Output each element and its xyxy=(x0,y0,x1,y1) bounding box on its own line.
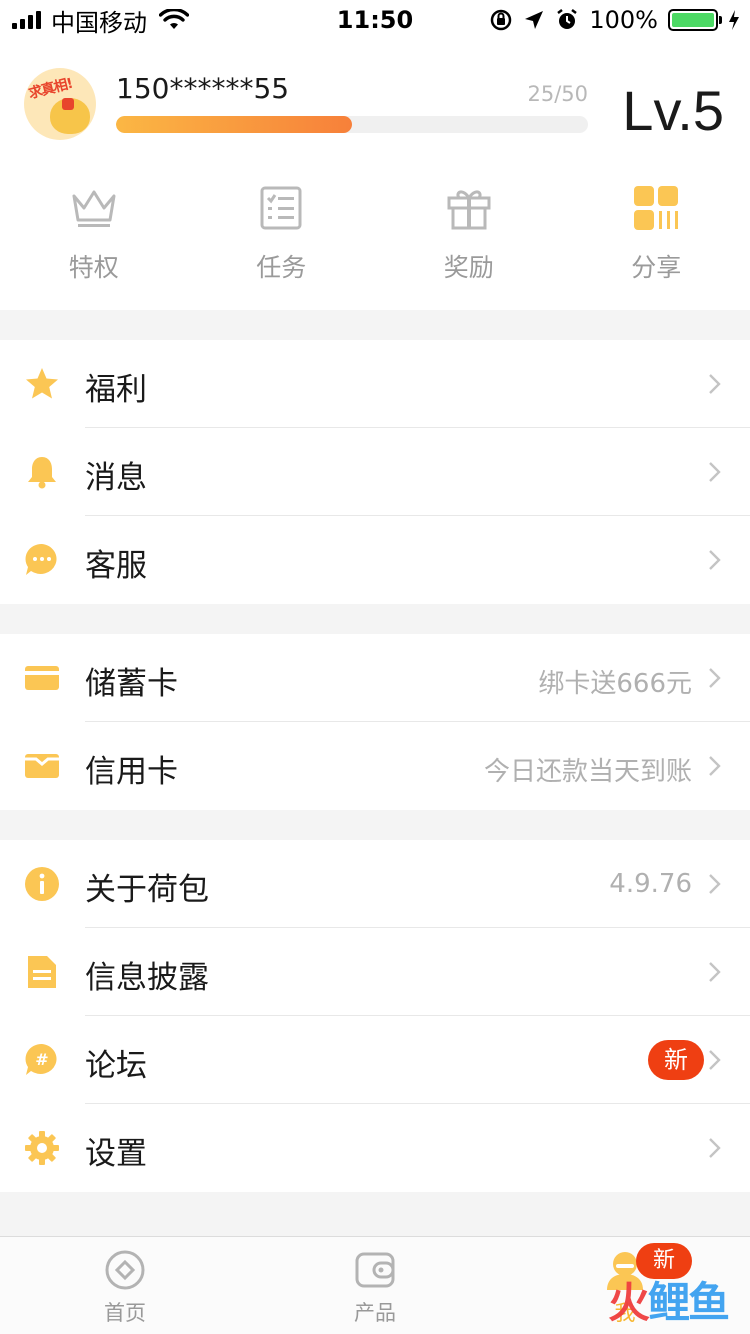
menu-item-label: 信用卡 xyxy=(85,754,178,790)
menu-item-label: 福利 xyxy=(85,372,147,408)
location-arrow-icon xyxy=(525,11,544,29)
menu-item-debit-card[interactable]: 储蓄卡 绑卡送666元 xyxy=(0,634,750,722)
quick-action-label: 特权 xyxy=(68,253,119,282)
profile-header: 求真相! 150******55 25/50 Lv.5 特权 任务 奖励 分享 xyxy=(0,40,750,310)
credit-card-icon xyxy=(25,754,59,778)
user-id: 150******55 xyxy=(116,72,290,105)
debit-card-icon xyxy=(25,666,59,690)
chevron-right-icon xyxy=(709,1050,721,1070)
charging-bolt-icon xyxy=(729,10,739,30)
tab-products[interactable]: 产品 xyxy=(250,1237,500,1334)
battery-icon xyxy=(668,9,722,31)
menu-item-customer-service[interactable]: 客服 xyxy=(0,516,750,604)
menu-item-label: 关于荷包 xyxy=(85,872,209,908)
menu-item-messages[interactable]: 消息 xyxy=(0,428,750,516)
wallet-icon xyxy=(355,1252,395,1288)
menu-item-about[interactable]: 关于荷包 4.9.76 xyxy=(0,840,750,928)
info-icon xyxy=(25,867,59,901)
new-badge: 新 xyxy=(648,1040,704,1080)
chevron-right-icon xyxy=(709,962,721,982)
chevron-right-icon xyxy=(709,1138,721,1158)
quick-action-label: 任务 xyxy=(256,253,307,282)
gear-icon xyxy=(25,1131,59,1165)
checklist-icon xyxy=(260,186,302,230)
watermark-logo: 火鲤鱼 xyxy=(607,1278,730,1327)
chat-bubble-icon xyxy=(25,543,57,575)
menu-item-label: 设置 xyxy=(85,1136,147,1172)
quick-action-share[interactable]: 分享 xyxy=(563,180,750,290)
experience-count: 25/50 xyxy=(527,82,588,106)
star-icon xyxy=(26,368,58,399)
hashtag-bubble-icon: # xyxy=(25,1043,57,1075)
orientation-lock-icon xyxy=(491,9,512,31)
menu-item-label: 论坛 xyxy=(85,1048,147,1084)
menu-item-value: 今日还款当天到账 xyxy=(483,757,692,787)
battery-percent: 100% xyxy=(589,6,658,34)
menu-item-label: 消息 xyxy=(85,460,147,496)
menu-item-settings[interactable]: 设置 xyxy=(0,1104,750,1192)
qr-grid-icon xyxy=(634,186,679,230)
tab-bar: 首页 产品 我 新 火鲤鱼 xyxy=(0,1236,750,1334)
menu-item-disclosure[interactable]: 信息披露 xyxy=(0,928,750,1016)
app-version: 4.9.76 xyxy=(609,869,692,899)
bell-icon xyxy=(28,457,56,489)
menu-item-welfare[interactable]: 福利 xyxy=(0,340,750,428)
tab-home[interactable]: 首页 xyxy=(0,1237,250,1334)
home-target-icon xyxy=(105,1250,145,1290)
quick-action-label: 分享 xyxy=(631,253,682,282)
quick-action-privilege[interactable]: 特权 xyxy=(0,180,188,290)
svg-text:#: # xyxy=(35,1050,48,1069)
menu-item-label: 客服 xyxy=(85,548,147,584)
menu-item-value: 绑卡送666元 xyxy=(538,669,692,699)
alarm-clock-icon xyxy=(557,9,578,29)
menu-item-label: 信息披露 xyxy=(85,960,209,996)
experience-progress-bar xyxy=(116,116,588,133)
crown-icon xyxy=(72,190,116,227)
tab-label: 产品 xyxy=(354,1301,396,1325)
status-bar: 中国移动 11:50 100% xyxy=(0,0,750,40)
chevron-right-icon xyxy=(709,874,721,894)
menu-group-general: 福利 消息 客服 xyxy=(0,340,750,604)
quick-action-tasks[interactable]: 任务 xyxy=(188,180,376,290)
menu-item-label: 储蓄卡 xyxy=(85,666,178,702)
tab-label: 首页 xyxy=(104,1301,146,1325)
quick-action-label: 奖励 xyxy=(443,253,494,282)
quick-action-rewards[interactable]: 奖励 xyxy=(375,180,563,290)
menu-item-forum[interactable]: # 论坛 新 xyxy=(0,1016,750,1104)
gift-icon xyxy=(447,190,491,230)
experience-progress-fill xyxy=(116,116,352,133)
chevron-right-icon xyxy=(709,668,721,688)
menu-group-about: 关于荷包 4.9.76 信息披露 # 论坛 新 设置 xyxy=(0,840,750,1192)
menu-item-credit-card[interactable]: 信用卡 今日还款当天到账 xyxy=(0,722,750,810)
chevron-right-icon xyxy=(709,374,721,394)
chevron-right-icon xyxy=(709,550,721,570)
avatar[interactable]: 求真相! xyxy=(24,68,96,140)
menu-group-cards: 储蓄卡 绑卡送666元 信用卡 今日还款当天到账 xyxy=(0,634,750,810)
quick-actions: 特权 任务 奖励 分享 xyxy=(0,180,750,290)
user-level: Lv.5 xyxy=(622,79,724,142)
chevron-right-icon xyxy=(709,756,721,776)
document-icon xyxy=(28,956,56,988)
chevron-right-icon xyxy=(709,462,721,482)
